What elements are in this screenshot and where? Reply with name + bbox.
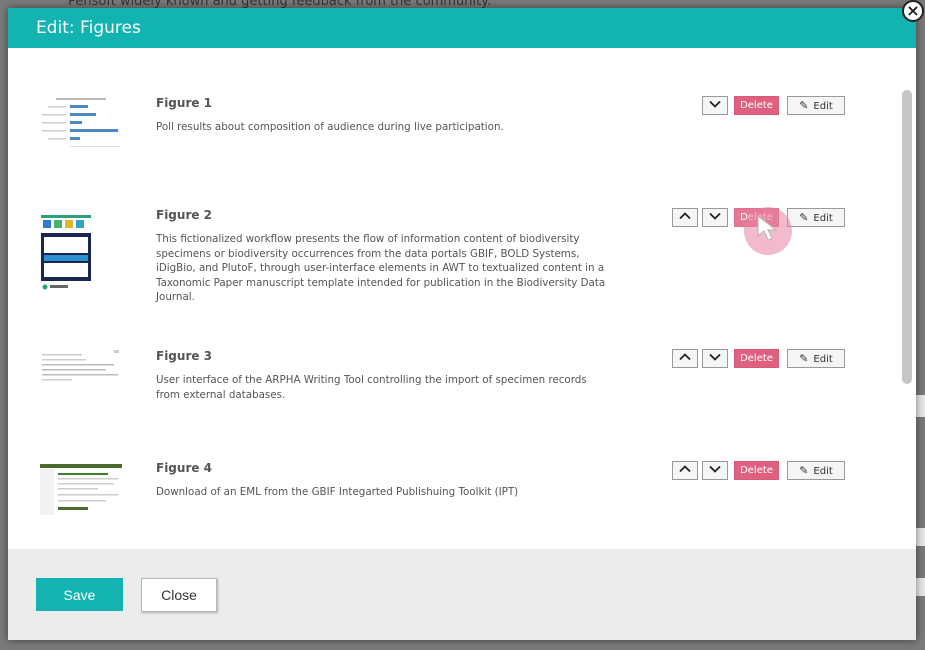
edit-button[interactable]: ✎ Edit — [787, 461, 845, 480]
edit-label: Edit — [813, 354, 833, 365]
chevron-up-icon — [679, 212, 691, 220]
pencil-icon: ✎ — [799, 211, 809, 224]
chevron-down-icon — [709, 100, 721, 108]
move-down-button[interactable] — [702, 461, 728, 480]
vertical-scrollbar[interactable] — [902, 90, 912, 548]
move-up-button[interactable] — [672, 461, 698, 480]
dialog-title: Edit: Figures — [36, 18, 141, 38]
close-button[interactable]: Close — [141, 578, 217, 612]
figure-2-thumbnail[interactable] — [40, 214, 122, 292]
scrollbar-thumb[interactable] — [902, 90, 912, 384]
edit-button[interactable]: ✎ Edit — [787, 208, 845, 227]
figure-row: Figure 4 Download of an EML from the GBI… — [8, 461, 898, 531]
pencil-icon: ✎ — [799, 464, 809, 477]
figures-list[interactable]: Figure 1 Poll results about composition … — [8, 48, 916, 549]
move-up-button[interactable] — [672, 208, 698, 227]
figure-row: Figure 2 This fictionalized workflow pre… — [8, 207, 898, 318]
chevron-up-icon — [679, 353, 691, 361]
figure-3-thumbnail[interactable] — [40, 349, 122, 383]
pencil-icon: ✎ — [799, 99, 809, 112]
chevron-up-icon — [679, 465, 691, 473]
figure-caption: User interface of the ARPHA Writing Tool… — [156, 374, 587, 401]
edit-figures-dialog: Edit: Figures Figure 1 Poll results abou… — [8, 8, 916, 640]
figure-1-thumbnail[interactable] — [40, 96, 122, 154]
delete-button[interactable]: Delete — [734, 461, 779, 480]
figure-title: Figure 2 — [156, 208, 213, 222]
figure-row: Figure 1 Poll results about composition … — [8, 96, 898, 166]
delete-button[interactable]: Delete — [734, 349, 779, 368]
figure-4-thumbnail[interactable] — [40, 464, 122, 516]
figure-caption: This fictionalized workflow presents the… — [156, 233, 606, 303]
dialog-header: Edit: Figures — [8, 8, 916, 48]
figure-row: Figure 3 User interface of the ARPHA Wri… — [8, 349, 898, 419]
figure-title: Figure 1 — [156, 96, 213, 110]
move-down-button[interactable] — [702, 208, 728, 227]
figure-title: Figure 4 — [156, 461, 213, 475]
chevron-down-icon — [709, 465, 721, 473]
edit-label: Edit — [813, 101, 833, 112]
edit-label: Edit — [813, 466, 833, 477]
pencil-icon: ✎ — [799, 352, 809, 365]
mouse-cursor-icon — [757, 214, 778, 241]
background-strip — [915, 578, 925, 596]
chevron-down-icon — [709, 353, 721, 361]
move-up-button[interactable] — [672, 349, 698, 368]
chevron-down-icon — [709, 212, 721, 220]
delete-button[interactable]: Delete — [734, 96, 779, 115]
edit-button[interactable]: ✎ Edit — [787, 349, 845, 368]
figure-caption: Download of an EML from the GBIF Integar… — [156, 486, 519, 498]
edit-label: Edit — [813, 213, 833, 224]
background-strip — [915, 395, 925, 417]
save-button[interactable]: Save — [36, 578, 123, 611]
background-strip — [915, 528, 925, 546]
figure-caption: Poll results about composition of audien… — [156, 121, 504, 133]
dialog-footer: Save Close — [8, 549, 916, 640]
move-down-button[interactable] — [702, 96, 728, 115]
move-down-button[interactable] — [702, 349, 728, 368]
edit-button[interactable]: ✎ Edit — [787, 96, 845, 115]
close-icon[interactable]: × — [902, 0, 924, 22]
figure-title: Figure 3 — [156, 349, 213, 363]
